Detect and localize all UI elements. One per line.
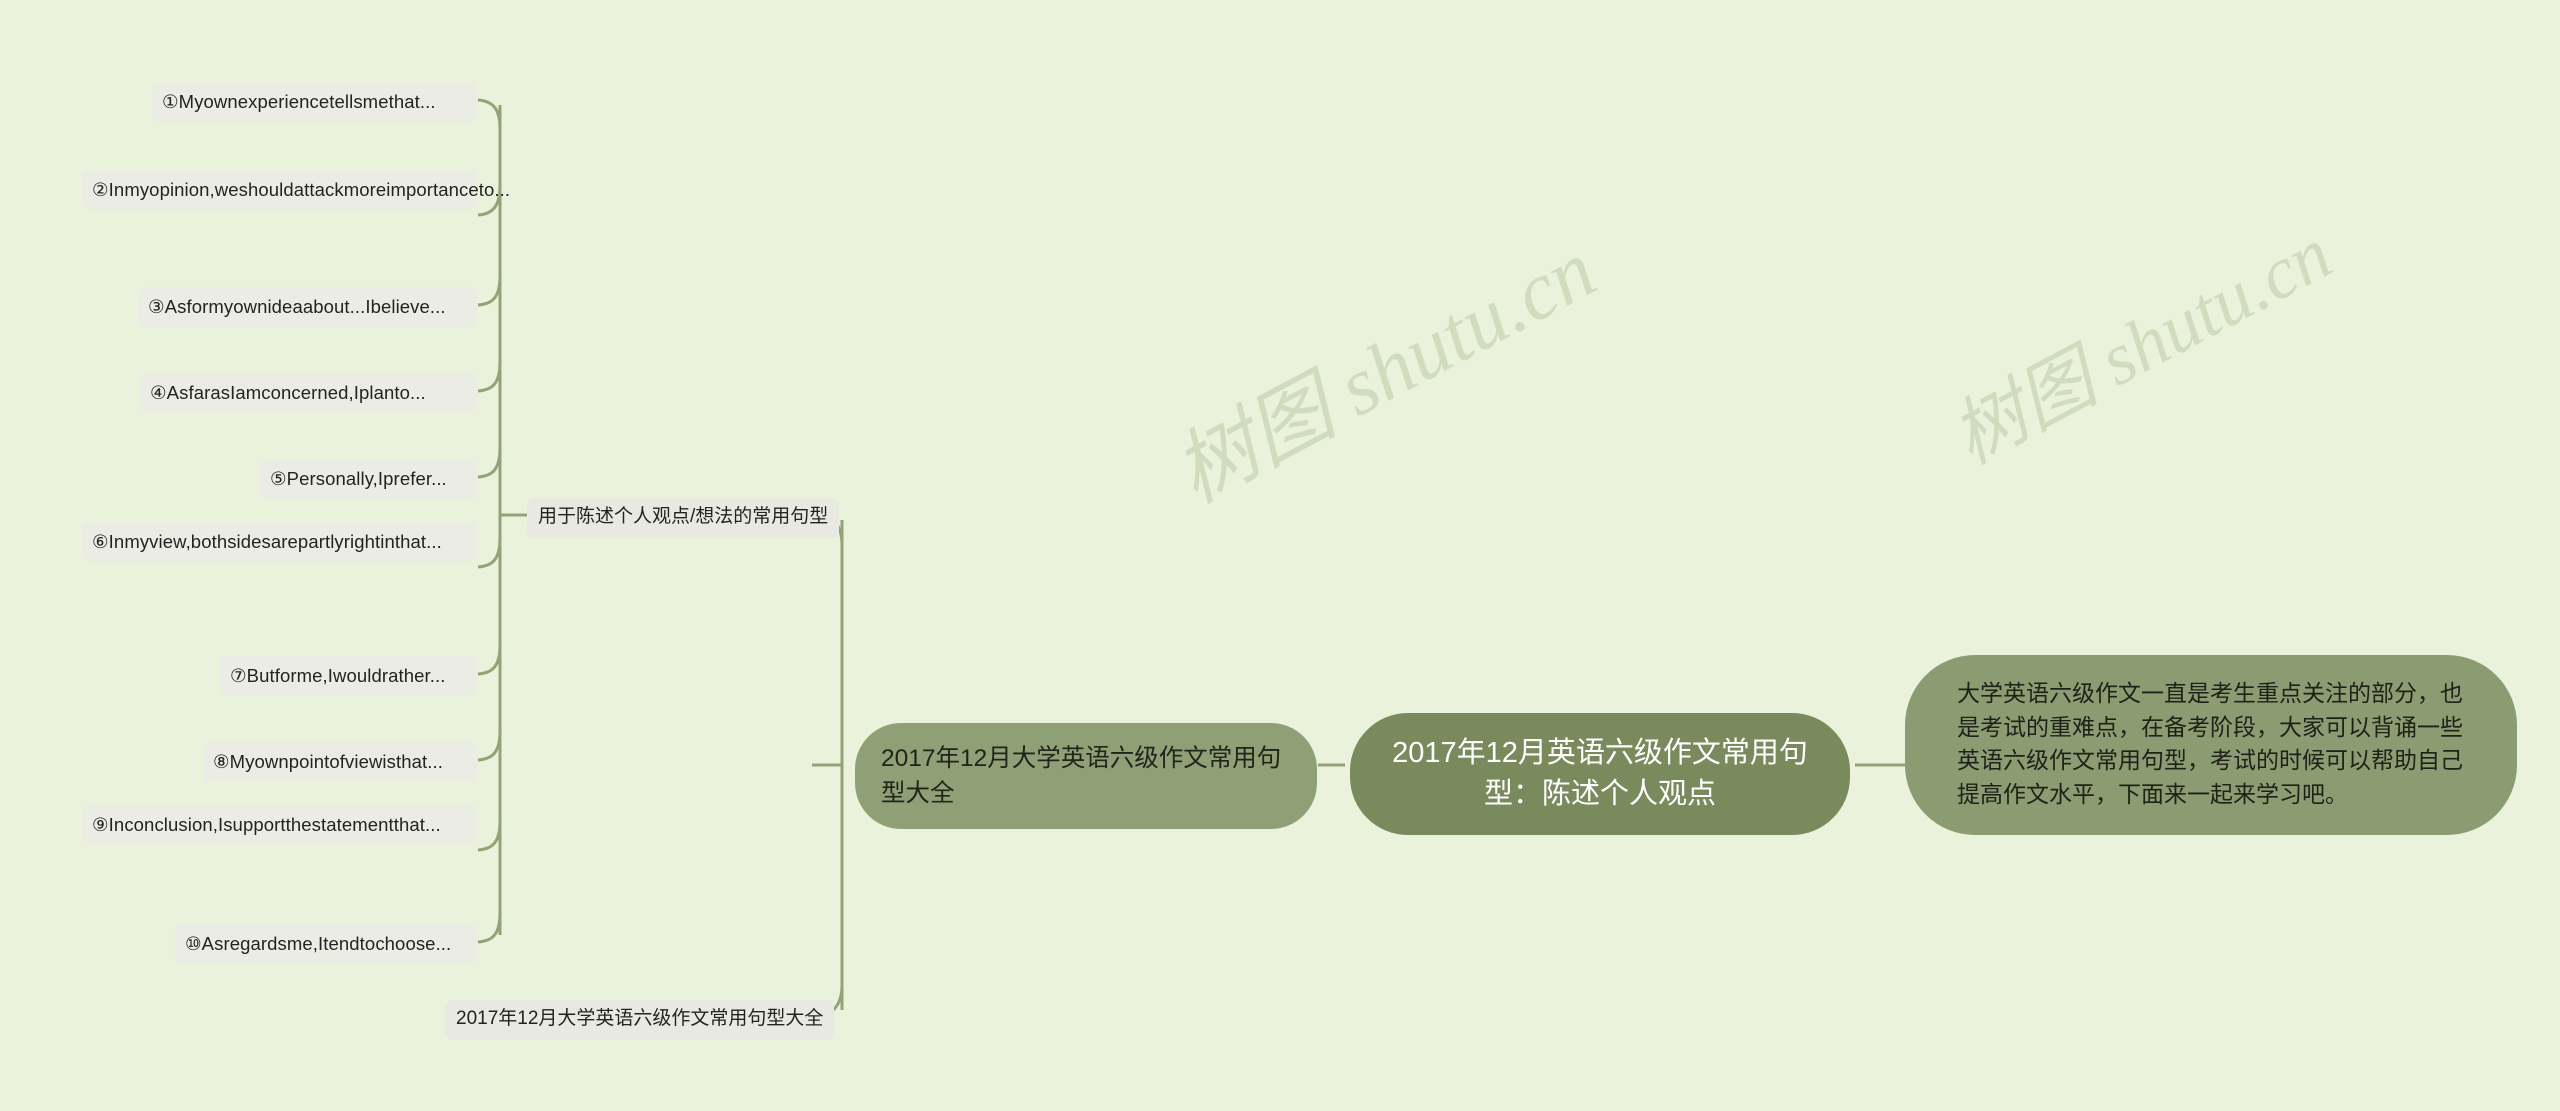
leaf-node-3[interactable]: ③Asformyownideaabout...Ibelieve... [138,287,477,327]
watermark-shutu-right: 树图 shutu.cn [1939,212,2345,481]
branch-node-main[interactable]: 2017年12月大学英语六级作文常用句型大全 [855,723,1317,829]
leaf-node-7[interactable]: ⑦Butforme,Iwouldrather... [220,656,477,696]
leaf-node-4[interactable]: ④AsfarasIamconcerned,Iplanto... [140,373,477,413]
summary-node[interactable]: 大学英语六级作文一直是考生重点关注的部分，也是考试的重难点，在备考阶段，大家可以… [1905,655,2517,835]
leaf-node-9[interactable]: ⑨Inconclusion,Isupportthestatementthat..… [82,805,477,845]
subtopic-sentence-collection[interactable]: 2017年12月大学英语六级作文常用句型大全 [445,1000,835,1040]
leaf-node-8[interactable]: ⑧Myownpointofviewisthat... [203,742,477,782]
leaf-node-6[interactable]: ⑥Inmyview,bothsidesarepartlyrightinthat.… [82,522,477,562]
leaf-node-2[interactable]: ②Inmyopinion,weshouldattackmoreimportanc… [82,170,510,210]
watermark-shutu-left: 树图 shutu.cn [1160,223,1610,520]
leaf-node-10[interactable]: ⑩Asregardsme,Itendtochoose... [175,924,477,964]
root-node[interactable]: 2017年12月英语六级作文常用句型：陈述个人观点 [1350,713,1850,835]
subtopic-personal-opinion[interactable]: 用于陈述个人观点/想法的常用句型 [527,498,840,538]
leaf-node-1[interactable]: ①Myownexperiencetellsmethat... [152,82,477,122]
leaf-node-5[interactable]: ⑤Personally,Iprefer... [260,459,477,499]
mindmap-canvas: 树图 shutu.cn 树图 shutu.cn ①Myownexperience… [0,0,2560,1111]
